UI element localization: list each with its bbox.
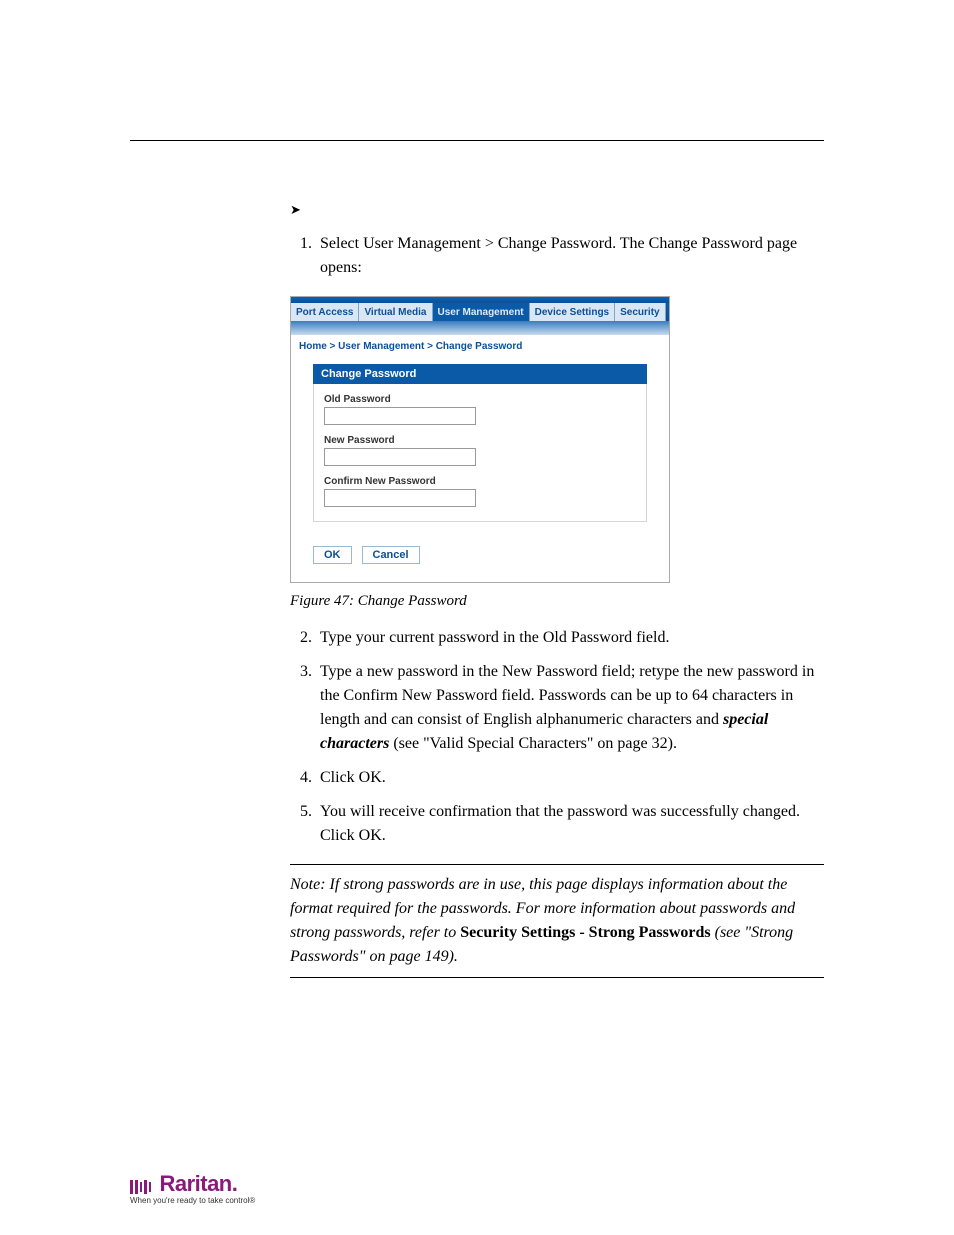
figure-caption: Figure 47: Change Password xyxy=(290,593,824,610)
old-password-input[interactable] xyxy=(324,407,476,425)
embedded-screenshot: Port Access Virtual Media User Managemen… xyxy=(290,296,670,583)
step-1: Select User Management > Change Password… xyxy=(316,232,824,280)
tab-device-settings[interactable]: Device Settings xyxy=(530,303,615,321)
note-box: Note: If strong passwords are in use, th… xyxy=(290,864,824,978)
confirm-password-input[interactable] xyxy=(324,489,476,507)
step-4: Click OK. xyxy=(316,766,824,790)
tab-security[interactable]: Security xyxy=(615,303,665,321)
tab-bar: Port Access Virtual Media User Managemen… xyxy=(291,303,669,321)
cancel-button[interactable]: Cancel xyxy=(362,546,420,564)
step-3: Type a new password in the New Password … xyxy=(316,660,824,756)
note-bold: Security Settings - Strong Passwords xyxy=(460,924,710,941)
step-5: You will receive confirmation that the p… xyxy=(316,800,824,848)
tab-port-access[interactable]: Port Access xyxy=(291,303,359,321)
tab-virtual-media[interactable]: Virtual Media xyxy=(359,303,432,321)
step-2: Type your current password in the Old Pa… xyxy=(316,626,824,650)
tab-user-management[interactable]: User Management xyxy=(433,303,530,321)
procedure-heading: ➤ xyxy=(290,201,824,218)
steps-list-top: Select User Management > Change Password… xyxy=(290,232,824,280)
old-password-label: Old Password xyxy=(324,394,636,405)
header-rule xyxy=(130,140,824,141)
new-password-input[interactable] xyxy=(324,448,476,466)
breadcrumb: Home > User Management > Change Password xyxy=(291,335,669,360)
logo-bars-icon xyxy=(130,1180,151,1194)
brand-logo: Raritan xyxy=(159,1171,237,1196)
ok-button[interactable]: OK xyxy=(313,546,352,564)
steps-list-bottom: Type your current password in the Old Pa… xyxy=(290,626,824,848)
new-password-label: New Password xyxy=(324,435,636,446)
confirm-password-label: Confirm New Password xyxy=(324,476,636,487)
footer: Raritan When you're ready to take contro… xyxy=(130,1173,255,1205)
brand-tagline: When you're ready to take control® xyxy=(130,1197,255,1205)
arrow-icon: ➤ xyxy=(290,202,301,218)
panel-title: Change Password xyxy=(313,364,647,384)
